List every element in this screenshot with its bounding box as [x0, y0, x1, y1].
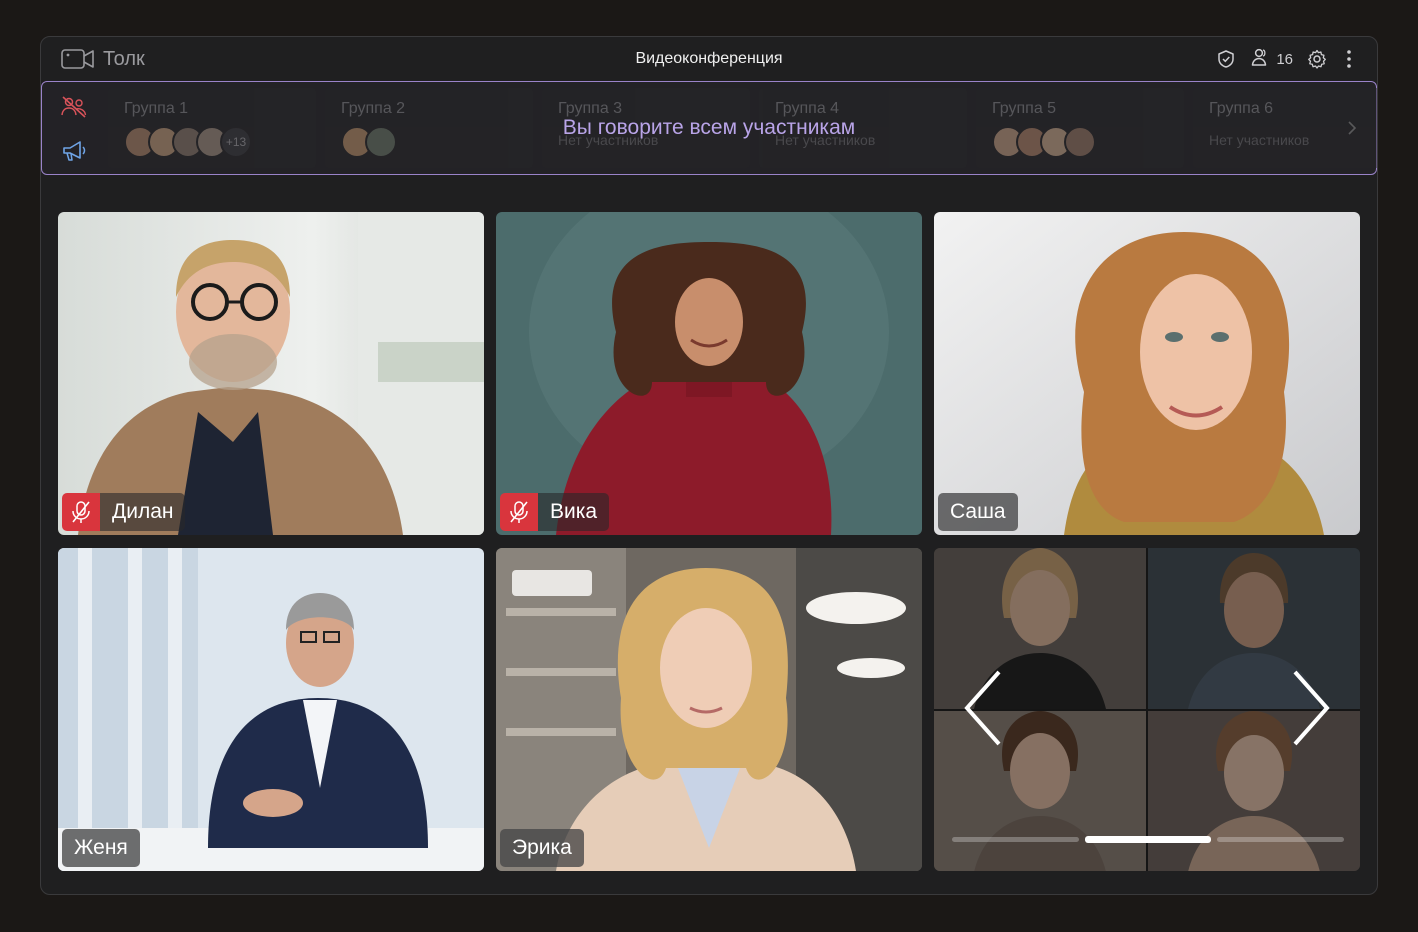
group-name: Группа 5 — [992, 100, 1057, 117]
participant-name: Эрика — [500, 829, 584, 867]
more-vertical-icon[interactable] — [1341, 49, 1357, 69]
video-feed — [496, 548, 922, 871]
participant-nameplate: Дилан — [62, 493, 186, 531]
video-camera-icon — [61, 48, 95, 70]
participant-name: Дилан — [100, 493, 186, 531]
people-icon — [1250, 47, 1270, 71]
title-bar: Толк Видеоконференция 16 — [41, 37, 1377, 81]
participants-button[interactable]: 16 — [1250, 47, 1293, 71]
video-feed — [58, 212, 484, 535]
group-status: Нет участников — [775, 132, 876, 148]
group-card[interactable]: Группа 2 — [325, 88, 533, 168]
group-avatars — [341, 126, 517, 158]
page-indicator — [952, 836, 1345, 843]
app-brand: Толк — [61, 48, 145, 71]
mic-off-icon — [500, 493, 538, 531]
participant-nameplate: Эрика — [500, 829, 584, 867]
chevron-right-icon[interactable] — [1286, 668, 1336, 748]
page-dot[interactable] — [952, 837, 1079, 842]
video-feed — [496, 212, 922, 535]
page-dot[interactable] — [1217, 837, 1345, 842]
megaphone-icon[interactable] — [57, 136, 91, 166]
participant-nameplate: Женя — [62, 829, 140, 867]
mic-off-icon — [62, 493, 100, 531]
page-dot-active[interactable] — [1084, 836, 1212, 843]
groups-bar: Группа 1 +13 Группа 2 Группа 3 Нет участ… — [41, 81, 1377, 175]
video-tile[interactable]: Эрика — [496, 548, 922, 871]
group-card[interactable]: Группа 3 Нет участников — [542, 88, 750, 168]
participant-nameplate: Саша — [938, 493, 1018, 531]
participant-name: Вика — [538, 493, 610, 531]
conference-window: Толк Видеоконференция 16 Группа 1 +13 Гр… — [40, 36, 1378, 895]
video-feed — [934, 212, 1360, 535]
group-card[interactable]: Группа 4 Нет участников — [759, 88, 967, 168]
window-title: Видеоконференция — [635, 50, 783, 67]
group-name: Группа 3 — [558, 100, 623, 117]
participant-nameplate: Вика — [500, 493, 610, 531]
app-name: Толк — [103, 47, 145, 70]
more-participants-tile[interactable] — [934, 548, 1360, 871]
shield-check-icon[interactable] — [1216, 49, 1236, 69]
participants-count: 16 — [1276, 50, 1293, 68]
group-card[interactable]: Группа 5 — [976, 88, 1184, 168]
more-members-badge: +13 — [220, 126, 252, 158]
group-name: Группа 1 — [124, 100, 189, 117]
group-name: Группа 2 — [341, 100, 406, 117]
gear-icon[interactable] — [1307, 49, 1327, 69]
group-status: Нет участников — [558, 132, 659, 148]
group-card[interactable]: Группа 1 +13 — [108, 88, 316, 168]
chevron-left-icon[interactable] — [958, 668, 1008, 748]
group-name: Группа 4 — [775, 100, 840, 117]
participant-name: Женя — [62, 829, 140, 867]
title-bar-actions: 16 — [1216, 47, 1357, 71]
avatar — [1064, 126, 1096, 158]
video-feed — [58, 548, 484, 871]
groups-bar-controls — [56, 92, 92, 166]
group-avatars: +13 — [124, 126, 300, 158]
avatar — [365, 126, 397, 158]
participant-name: Саша — [938, 493, 1018, 531]
groups-off-icon[interactable] — [57, 92, 91, 122]
group-name: Группа 6 — [1209, 100, 1274, 117]
video-tile[interactable]: Дилан — [58, 212, 484, 535]
groups-list: Группа 1 +13 Группа 2 Группа 3 Нет участ… — [108, 88, 1377, 168]
video-tile[interactable]: Вика — [496, 212, 922, 535]
chevron-right-icon[interactable] — [1342, 118, 1362, 138]
video-tile[interactable]: Женя — [58, 548, 484, 871]
group-avatars — [992, 126, 1168, 158]
video-tile[interactable]: Саша — [934, 212, 1360, 535]
